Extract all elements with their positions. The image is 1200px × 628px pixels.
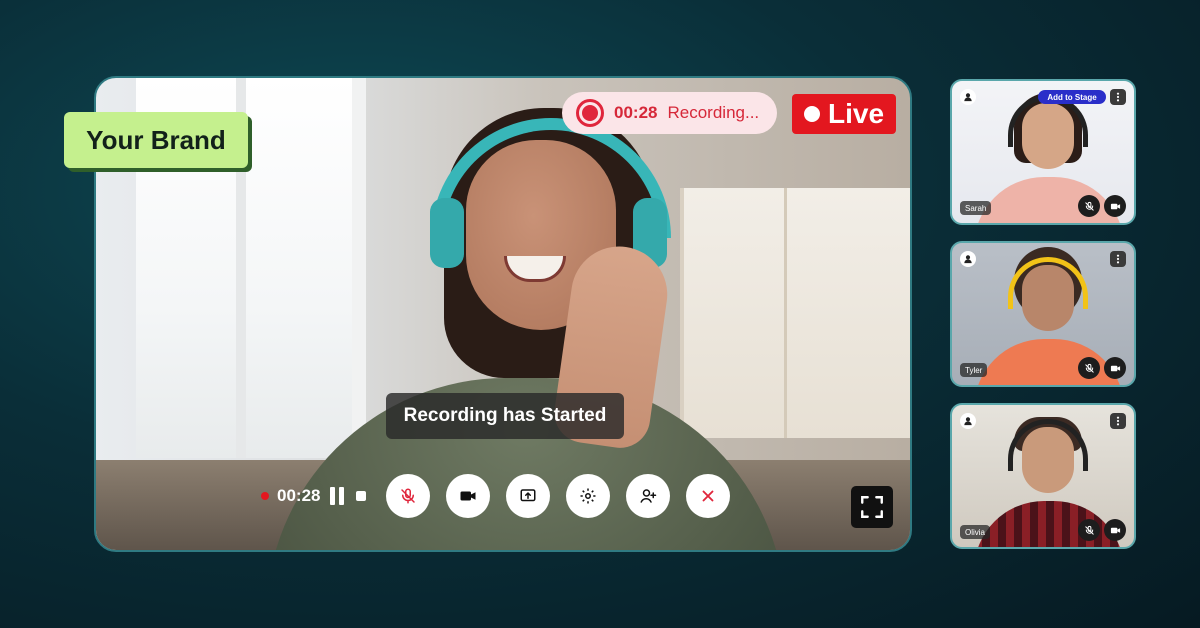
screen-share-button[interactable] xyxy=(506,474,551,518)
participant-mic-off-icon[interactable] xyxy=(1078,195,1100,217)
user-icon xyxy=(960,89,976,105)
participant-tile-olivia[interactable]: Olivia xyxy=(950,403,1136,549)
settings-button[interactable] xyxy=(566,474,611,518)
add-user-icon xyxy=(640,489,657,503)
camera-button[interactable] xyxy=(446,474,491,518)
screen-share-icon xyxy=(520,489,536,502)
participant-name: Tyler xyxy=(960,363,988,377)
participant-tile-sarah[interactable]: Add to Stage Sarah xyxy=(950,79,1136,225)
participant-tile-tyler[interactable]: Tyler xyxy=(950,241,1136,387)
live-label: Live xyxy=(827,98,885,129)
user-icon xyxy=(960,251,976,267)
add-to-stage-button[interactable]: Add to Stage xyxy=(1038,90,1106,104)
add-participant-button[interactable] xyxy=(626,474,671,518)
recording-indicator: 00:28 Recording... xyxy=(562,92,777,134)
more-options-icon[interactable] xyxy=(1110,89,1126,105)
recording-dot-icon xyxy=(261,492,269,500)
recording-time: 00:28 xyxy=(614,103,658,122)
participant-camera-icon[interactable] xyxy=(1104,519,1126,541)
stop-recording-button[interactable] xyxy=(356,491,367,501)
recording-label: Recording... xyxy=(667,103,760,122)
recording-started-toast: Recording has Started xyxy=(386,393,624,439)
brand-badge: Your Brand xyxy=(64,112,248,168)
user-icon xyxy=(960,413,976,429)
live-dot-icon xyxy=(803,106,820,122)
more-options-icon[interactable] xyxy=(1110,251,1126,267)
participant-mic-off-icon[interactable] xyxy=(1078,357,1100,379)
close-icon xyxy=(703,490,714,502)
live-badge: Live xyxy=(792,94,896,134)
mute-mic-button[interactable] xyxy=(386,474,431,518)
mic-off-icon xyxy=(401,488,416,504)
headphone-left-cup xyxy=(430,198,464,268)
participant-mic-off-icon[interactable] xyxy=(1078,519,1100,541)
fullscreen-button[interactable] xyxy=(851,486,893,528)
control-recording-time: 00:28 xyxy=(277,486,321,505)
fullscreen-icon xyxy=(861,496,883,518)
camera-icon xyxy=(460,491,476,501)
pause-recording-button[interactable] xyxy=(330,487,345,505)
participant-camera-icon[interactable] xyxy=(1104,357,1126,379)
settings-icon xyxy=(580,488,596,504)
participant-name: Sarah xyxy=(960,201,992,215)
call-control-bar: 00:28 xyxy=(221,456,761,536)
background-cabinet xyxy=(680,188,910,438)
more-options-icon[interactable] xyxy=(1110,413,1126,429)
end-call-button[interactable] xyxy=(686,474,731,518)
participant-body xyxy=(974,339,1124,385)
record-icon xyxy=(576,99,604,127)
participant-name: Olivia xyxy=(960,525,991,539)
participant-body xyxy=(974,501,1124,547)
participant-body xyxy=(974,177,1124,223)
participant-camera-icon[interactable] xyxy=(1104,195,1126,217)
